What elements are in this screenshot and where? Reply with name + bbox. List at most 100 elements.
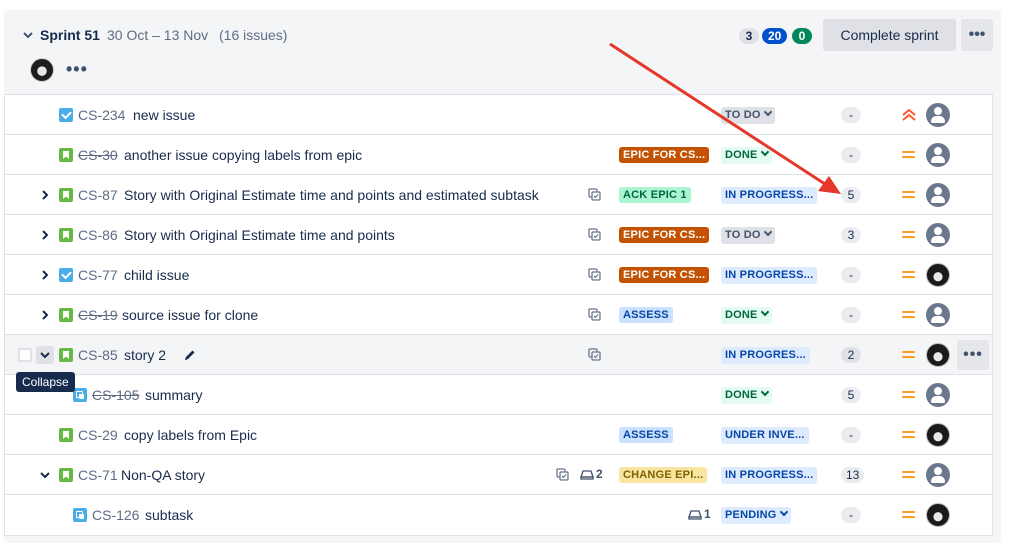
assignee-avatar[interactable] (926, 343, 950, 367)
table-row[interactable]: CS-234 new issue TO DO - (5, 95, 992, 135)
epic-badge[interactable]: EPIC FOR CS... (619, 147, 710, 163)
issue-key[interactable]: CS-29 (78, 427, 118, 443)
table-row[interactable]: CS-87 Story with Original Estimate time … (5, 175, 992, 215)
child-issues-icon (588, 188, 601, 201)
table-row[interactable]: Collapse CS-85 story 2 IN PROGRES... 2 •… (5, 335, 992, 392)
status-label: DONE (725, 309, 758, 321)
table-row[interactable]: CS-77 child issue EPIC FOR CS... IN PROG… (5, 255, 992, 295)
issue-summary[interactable]: another issue copying labels from epic (124, 147, 362, 163)
epic-badge[interactable]: ASSESS (619, 307, 673, 323)
issue-key[interactable]: CS-86 (78, 227, 118, 243)
status-dropdown[interactable]: DONE (721, 147, 772, 164)
epic-badge[interactable]: EPIC FOR CS... (619, 267, 710, 283)
chevron-down-icon[interactable] (39, 469, 51, 481)
row-menu-button[interactable]: ••• (957, 340, 989, 370)
chevron-right-icon[interactable] (39, 309, 51, 321)
estimate-badge: - (841, 507, 861, 523)
issue-key[interactable]: CS-85 (78, 347, 118, 363)
assignee-avatar[interactable] (926, 463, 950, 487)
table-row[interactable]: CS-86 Story with Original Estimate time … (5, 215, 992, 255)
status-dropdown[interactable]: IN PROGRES... (721, 347, 810, 364)
status-label: DONE (725, 389, 758, 401)
issue-key[interactable]: CS-71 (78, 467, 118, 483)
status-dropdown[interactable]: TO DO (721, 107, 775, 124)
issue-summary[interactable]: new issue (133, 107, 195, 123)
chevron-down-icon (779, 507, 788, 517)
issue-key[interactable]: CS-77 (78, 267, 118, 283)
table-row[interactable]: CS-126 subtask 1 PENDING - (5, 495, 992, 535)
priority-medium-icon (901, 348, 917, 362)
status-dropdown[interactable]: DONE (721, 387, 772, 404)
priority-medium-icon (901, 268, 917, 282)
stack-icon (688, 510, 702, 520)
assignee-avatar[interactable] (926, 223, 950, 247)
assignee-avatar[interactable] (926, 263, 950, 287)
epic-badge[interactable]: EPIC FOR CS... (619, 227, 710, 243)
estimate-badge: - (841, 107, 861, 123)
status-dropdown[interactable]: DONE (721, 307, 772, 324)
estimate-badge: 3 (841, 227, 861, 243)
issue-summary[interactable]: child issue (124, 267, 189, 283)
assignee-avatar[interactable] (926, 423, 950, 447)
priority-highest-icon (902, 108, 916, 121)
issue-key[interactable]: CS-234 (78, 107, 125, 123)
story-icon (59, 188, 73, 202)
chevron-right-icon[interactable] (39, 269, 51, 281)
issue-summary[interactable]: subtask (145, 507, 193, 523)
epic-badge[interactable]: ACK EPIC 1 (619, 187, 691, 203)
table-row[interactable]: CS-29 copy labels from Epic ASSESS UNDER… (5, 415, 992, 455)
status-dropdown[interactable]: PENDING (721, 507, 791, 524)
status-label: DONE (725, 149, 758, 161)
chevron-right-icon[interactable] (39, 229, 51, 241)
done-count-badge: 0 (792, 28, 812, 44)
issue-key[interactable]: CS-30 (78, 147, 118, 163)
assignee-avatar[interactable] (926, 143, 950, 167)
more-members-button[interactable]: ••• (66, 60, 88, 78)
issue-key[interactable]: CS-87 (78, 187, 118, 203)
table-row[interactable]: CS-71 Non-QA story 2 CHANGE EPI... IN PR… (5, 455, 992, 495)
status-dropdown[interactable]: TO DO (721, 227, 775, 244)
status-dropdown[interactable]: IN PROGRESS... (721, 187, 818, 204)
issue-key[interactable]: CS-126 (92, 507, 139, 523)
child-issues-icon (588, 268, 601, 281)
status-dropdown[interactable]: UNDER INVE... (721, 427, 809, 444)
sprint-issue-count: (16 issues) (219, 27, 288, 43)
assignee-avatar[interactable] (926, 183, 950, 207)
subtask-count: 2 (580, 467, 603, 481)
assignee-avatar[interactable] (926, 103, 950, 127)
priority-medium-icon (901, 308, 917, 322)
assignee-avatar[interactable] (926, 383, 950, 407)
issue-summary[interactable]: Non-QA story (121, 467, 205, 483)
story-icon (59, 428, 73, 442)
epic-badge[interactable]: ASSESS (619, 427, 673, 443)
collapse-button[interactable] (36, 346, 54, 364)
status-dropdown[interactable]: IN PROGRESS... (721, 467, 818, 484)
table-row[interactable]: CS-19 source issue for clone ASSESS DONE… (5, 295, 992, 335)
status-label: IN PROGRESS... (725, 189, 814, 201)
estimate-badge: 13 (841, 467, 865, 483)
issue-summary[interactable]: source issue for clone (122, 307, 258, 323)
chevron-down-icon[interactable] (22, 29, 34, 41)
pencil-icon[interactable] (183, 348, 197, 362)
issue-summary[interactable]: Story with Original Estimate time and po… (124, 187, 539, 203)
status-label: UNDER INVE... (725, 429, 805, 441)
complete-sprint-button[interactable]: Complete sprint (823, 19, 956, 51)
issue-summary[interactable]: Story with Original Estimate time and po… (124, 227, 395, 243)
issue-key[interactable]: CS-105 (92, 387, 139, 403)
issue-summary[interactable]: copy labels from Epic (124, 427, 257, 443)
issue-summary[interactable]: summary (145, 387, 203, 403)
table-row[interactable]: CS-105 summary DONE 5 (5, 375, 992, 415)
status-label: PENDING (725, 509, 777, 521)
estimate-badge: - (841, 147, 861, 163)
epic-badge[interactable]: CHANGE EPI... (619, 467, 708, 483)
assignee-avatar[interactable] (926, 503, 950, 527)
table-row[interactable]: CS-30 another issue copying labels from … (5, 135, 992, 175)
sprint-menu-button[interactable]: ••• (961, 19, 993, 51)
row-checkbox[interactable] (18, 348, 32, 362)
chevron-right-icon[interactable] (39, 189, 51, 201)
avatar[interactable] (30, 58, 54, 82)
assignee-avatar[interactable] (926, 303, 950, 327)
issue-summary[interactable]: story 2 (124, 347, 166, 363)
status-dropdown[interactable]: IN PROGRESS... (721, 267, 818, 284)
issue-key[interactable]: CS-19 (78, 307, 118, 323)
